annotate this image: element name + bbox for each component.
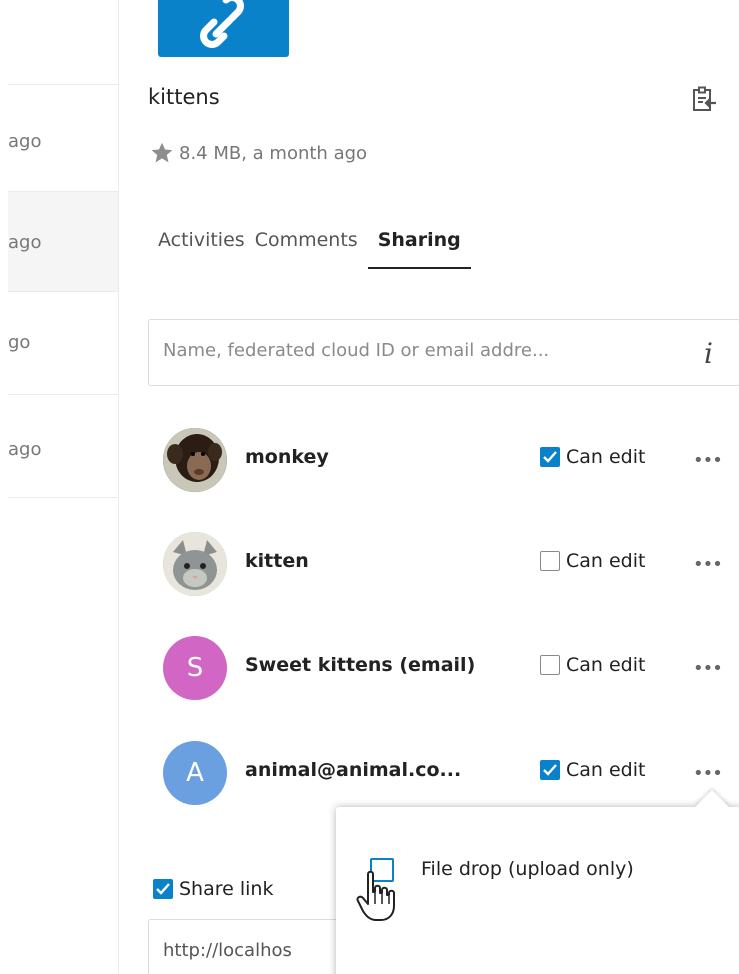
file-row[interactable]: ago [8,394,118,498]
file-name: kittens [148,85,220,109]
check-icon [543,451,557,463]
file-row-time: go [8,332,31,353]
avatar [163,428,227,492]
kitten-avatar-icon [163,532,227,596]
share-search-input[interactable] [163,340,673,361]
more-options-icon[interactable]: ••• [693,763,723,784]
avatar: S [163,636,227,700]
more-options-icon[interactable]: ••• [693,554,723,575]
file-row[interactable]: ago [8,84,118,191]
link-icon [200,0,244,48]
file-list: ago ago go ago [0,0,119,974]
share-recipient-name: monkey [245,446,329,468]
share-row: kitten Can edit ••• [163,532,733,596]
check-icon [156,883,170,895]
file-row[interactable]: go [8,291,118,394]
file-drop-label[interactable]: File drop (upload only) [421,858,634,880]
share-link-checkbox[interactable] [153,879,173,899]
can-edit-label: Can edit [566,550,646,572]
file-thumbnail [158,0,289,57]
permission-can-edit[interactable]: Can edit [540,446,645,468]
sidebar-tabs: Activities Comments Sharing [158,225,471,269]
hand-pointer-icon [356,870,395,921]
file-meta: 8.4 MB, a month ago [149,140,367,166]
share-link-label: Share link [179,878,274,900]
star-icon[interactable] [149,140,175,166]
share-row: S Sweet kittens (email) Can edit ••• [163,636,733,700]
can-edit-label: Can edit [566,446,646,468]
file-row[interactable]: ago [8,191,118,291]
can-edit-label: Can edit [566,654,646,676]
can-edit-checkbox[interactable] [540,655,560,675]
share-row: A animal@animal.co... Can edit ••• [163,741,733,805]
share-recipient-name: Sweet kittens (email) [245,654,476,676]
more-options-icon[interactable]: ••• [693,450,723,471]
avatar [163,532,227,596]
share-row: monkey Can edit ••• [163,428,733,492]
file-row-time: ago [8,131,42,152]
monkey-avatar-icon [163,428,227,492]
can-edit-checkbox[interactable] [540,447,560,467]
file-size-time: 8.4 MB, a month ago [179,142,368,164]
avatar-letter: S [186,653,204,683]
share-link-url-field[interactable]: http://localhos [148,919,348,974]
permission-can-edit[interactable]: Can edit [540,654,645,676]
tab-comments[interactable]: Comments [255,225,368,269]
share-link-toggle[interactable]: Share link [153,878,273,900]
file-row-time: ago [8,232,42,253]
avatar: A [163,741,227,805]
share-recipient-name: kitten [245,550,309,572]
can-edit-checkbox[interactable] [540,551,560,571]
check-icon [543,764,557,776]
file-row-time: ago [8,439,42,460]
can-edit-checkbox[interactable] [540,760,560,780]
tab-activities[interactable]: Activities [158,225,255,269]
permission-can-edit[interactable]: Can edit [540,759,645,781]
share-search-box [148,319,739,386]
copy-clipboard-icon[interactable] [690,86,718,114]
avatar-letter: A [186,758,204,788]
share-recipient-name: animal@animal.co... [245,759,462,781]
more-options-icon[interactable]: ••• [693,658,723,679]
can-edit-label: Can edit [566,759,646,781]
info-icon[interactable]: i [704,337,713,370]
share-link-url: http://localhos [163,940,292,961]
permission-can-edit[interactable]: Can edit [540,550,645,572]
tab-sharing[interactable]: Sharing [367,225,471,269]
